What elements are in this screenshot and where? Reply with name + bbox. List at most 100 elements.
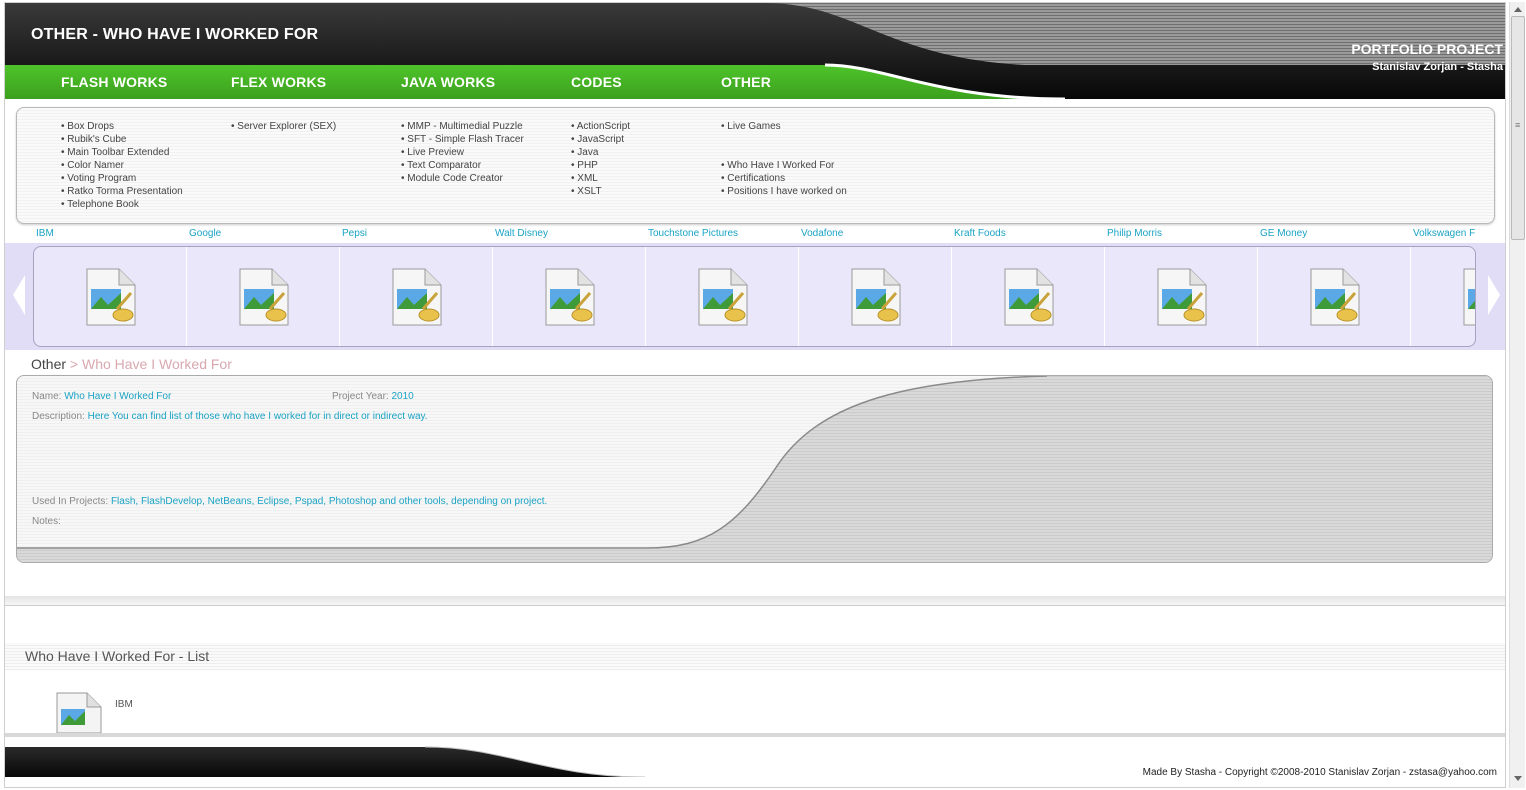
carousel-item[interactable]	[340, 247, 493, 346]
copyright-text: Made By Stasha - Copyright ©2008-2010 St…	[1142, 767, 1497, 778]
image-file-icon	[851, 268, 901, 326]
scroll-thumb[interactable]: ≡	[1511, 16, 1525, 240]
carousel-label-ibm[interactable]: IBM	[36, 228, 54, 239]
details-curve-decoration	[17, 376, 1492, 562]
grip-icon: ≡	[1515, 120, 1521, 130]
menu-item-text-comparator[interactable]: Text Comparator	[401, 159, 524, 172]
logo-carousel	[5, 243, 1505, 350]
menu-item-box-drops[interactable]: Box Drops	[61, 120, 183, 133]
project-details: Name: Who Have I Worked For Project Year…	[16, 375, 1493, 563]
menu-item-live-preview[interactable]: Live Preview	[401, 146, 524, 159]
carousel-label-volkswagen[interactable]: Volkswagen F	[1413, 228, 1475, 239]
detail-year: Project Year: 2010	[332, 391, 414, 402]
carousel-item[interactable]	[493, 247, 646, 346]
carousel-item[interactable]	[646, 247, 799, 346]
carousel-label-vodafone[interactable]: Vodafone	[801, 228, 843, 239]
menu-item-module-code-creator[interactable]: Module Code Creator	[401, 172, 524, 185]
nav-other[interactable]: OTHER	[721, 74, 771, 90]
list-header-band	[5, 643, 1505, 671]
menu-item-color-namer[interactable]: Color Namer	[61, 159, 183, 172]
detail-notes: Notes:	[32, 516, 61, 527]
carousel-label-ge-money[interactable]: GE Money	[1260, 228, 1307, 239]
image-file-icon	[1004, 268, 1054, 326]
detail-used-value: Flash, FlashDevelop, NetBeans, Eclipse, …	[110, 496, 548, 507]
breadcrumb: Other > Who Have I Worked For	[31, 356, 232, 372]
menu-item-sft[interactable]: SFT - Simple Flash Tracer	[401, 133, 524, 146]
menu-item-positions[interactable]: Positions I have worked on	[721, 185, 847, 198]
detail-used-label: Used In Projects:	[32, 496, 109, 507]
carousel-track	[33, 246, 1476, 347]
menu-col-flex: Server Explorer (SEX)	[231, 120, 336, 133]
menu-item-telephone-book[interactable]: Telephone Book	[61, 198, 183, 211]
breadcrumb-parent[interactable]: Other	[31, 356, 66, 372]
scroll-up-icon[interactable]	[1514, 7, 1522, 12]
breadcrumb-current: Who Have I Worked For	[81, 356, 232, 372]
carousel-label-philip-morris[interactable]: Philip Morris	[1107, 228, 1162, 239]
menu-col-java: MMP - Multimedial Puzzle SFT - Simple Fl…	[401, 120, 524, 185]
detail-year-label: Project Year:	[332, 391, 389, 402]
detail-description-value: Here You can find list of those who have…	[87, 411, 428, 422]
detail-name-value: Who Have I Worked For	[64, 391, 172, 402]
arrow-right-icon[interactable]	[1488, 275, 1500, 315]
image-file-icon	[239, 268, 289, 326]
menu-item-rubiks-cube[interactable]: Rubik's Cube	[61, 133, 183, 146]
menu-item-main-toolbar[interactable]: Main Toolbar Extended	[61, 146, 183, 159]
image-file-icon	[1157, 268, 1207, 326]
carousel-item[interactable]	[34, 247, 187, 346]
nav-java-works[interactable]: JAVA WORKS	[401, 74, 495, 90]
menu-col-other: Live Games Who Have I Worked For Certifi…	[721, 120, 847, 198]
image-file-icon	[698, 268, 748, 326]
carousel-item[interactable]	[1411, 247, 1475, 346]
scroll-down-icon[interactable]	[1514, 776, 1522, 781]
menu-item-certifications[interactable]: Certifications	[721, 172, 847, 185]
footer-background	[5, 733, 1505, 787]
carousel-item[interactable]	[187, 247, 340, 346]
nav-codes[interactable]: CODES	[571, 74, 622, 90]
page-frame: OTHER - WHO HAVE I WORKED FOR PORTFOLIO …	[4, 2, 1506, 788]
carousel-item[interactable]	[1105, 247, 1258, 346]
nav-flash-works[interactable]: FLASH WORKS	[61, 74, 167, 90]
menu-col-flash: Box Drops Rubik's Cube Main Toolbar Exte…	[61, 120, 183, 211]
menu-item-xml[interactable]: XML	[571, 172, 630, 185]
list-title: Who Have I Worked For - List	[25, 648, 210, 664]
detail-used-in: Used In Projects: Flash, FlashDevelop, N…	[32, 496, 547, 507]
menu-item-voting-program[interactable]: Voting Program	[61, 172, 183, 185]
page-title: OTHER - WHO HAVE I WORKED FOR	[31, 26, 319, 43]
detail-description: Description: Here You can find list of t…	[32, 411, 428, 422]
carousel-item[interactable]	[952, 247, 1105, 346]
list-item-label: IBM	[115, 699, 133, 710]
menu-item-ratko-torma[interactable]: Ratko Torma Presentation	[61, 185, 182, 198]
carousel-labels: IBM Google Pepsi Walt Disney Touchstone …	[5, 228, 1505, 242]
image-file-icon	[56, 692, 102, 733]
menu-col-codes: ActionScript JavaScript Java PHP XML XSL…	[571, 120, 630, 198]
carousel-label-touchstone[interactable]: Touchstone Pictures	[648, 228, 738, 239]
carousel-item[interactable]	[1258, 247, 1411, 346]
menu-item-php[interactable]: PHP	[571, 159, 630, 172]
menu-item-actionscript[interactable]: ActionScript	[571, 120, 630, 133]
carousel-label-pepsi[interactable]: Pepsi	[342, 228, 367, 239]
menu-item-xslt[interactable]: XSLT	[571, 185, 630, 198]
footer: Made By Stasha - Copyright ©2008-2010 St…	[5, 733, 1505, 787]
detail-name-label: Name:	[32, 391, 62, 402]
list-item-ibm[interactable]: IBM	[53, 689, 353, 733]
detail-year-value: 2010	[391, 391, 414, 402]
section-divider	[5, 596, 1505, 606]
vertical-scrollbar[interactable]: ≡	[1509, 2, 1525, 788]
nav-flex-works[interactable]: FLEX WORKS	[231, 74, 326, 90]
carousel-label-google[interactable]: Google	[189, 228, 221, 239]
menu-item-mmp[interactable]: MMP - Multimedial Puzzle	[401, 120, 524, 133]
menu-item-java[interactable]: Java	[571, 146, 630, 159]
image-file-icon	[1463, 268, 1475, 326]
image-file-icon	[1310, 268, 1360, 326]
carousel-item[interactable]	[799, 247, 952, 346]
arrow-left-icon[interactable]	[13, 275, 25, 315]
menu-item-server-explorer[interactable]: Server Explorer (SEX)	[231, 120, 336, 133]
brand-title: PORTFOLIO PROJECT	[1351, 41, 1503, 57]
menu-item-javascript[interactable]: JavaScript	[571, 133, 630, 146]
carousel-label-kraft-foods[interactable]: Kraft Foods	[954, 228, 1006, 239]
detail-notes-label: Notes:	[32, 516, 61, 527]
image-file-icon	[392, 268, 442, 326]
menu-item-live-games[interactable]: Live Games	[721, 120, 847, 133]
menu-item-who-have-i-worked-for[interactable]: Who Have I Worked For	[721, 159, 847, 172]
carousel-label-walt-disney[interactable]: Walt Disney	[495, 228, 548, 239]
